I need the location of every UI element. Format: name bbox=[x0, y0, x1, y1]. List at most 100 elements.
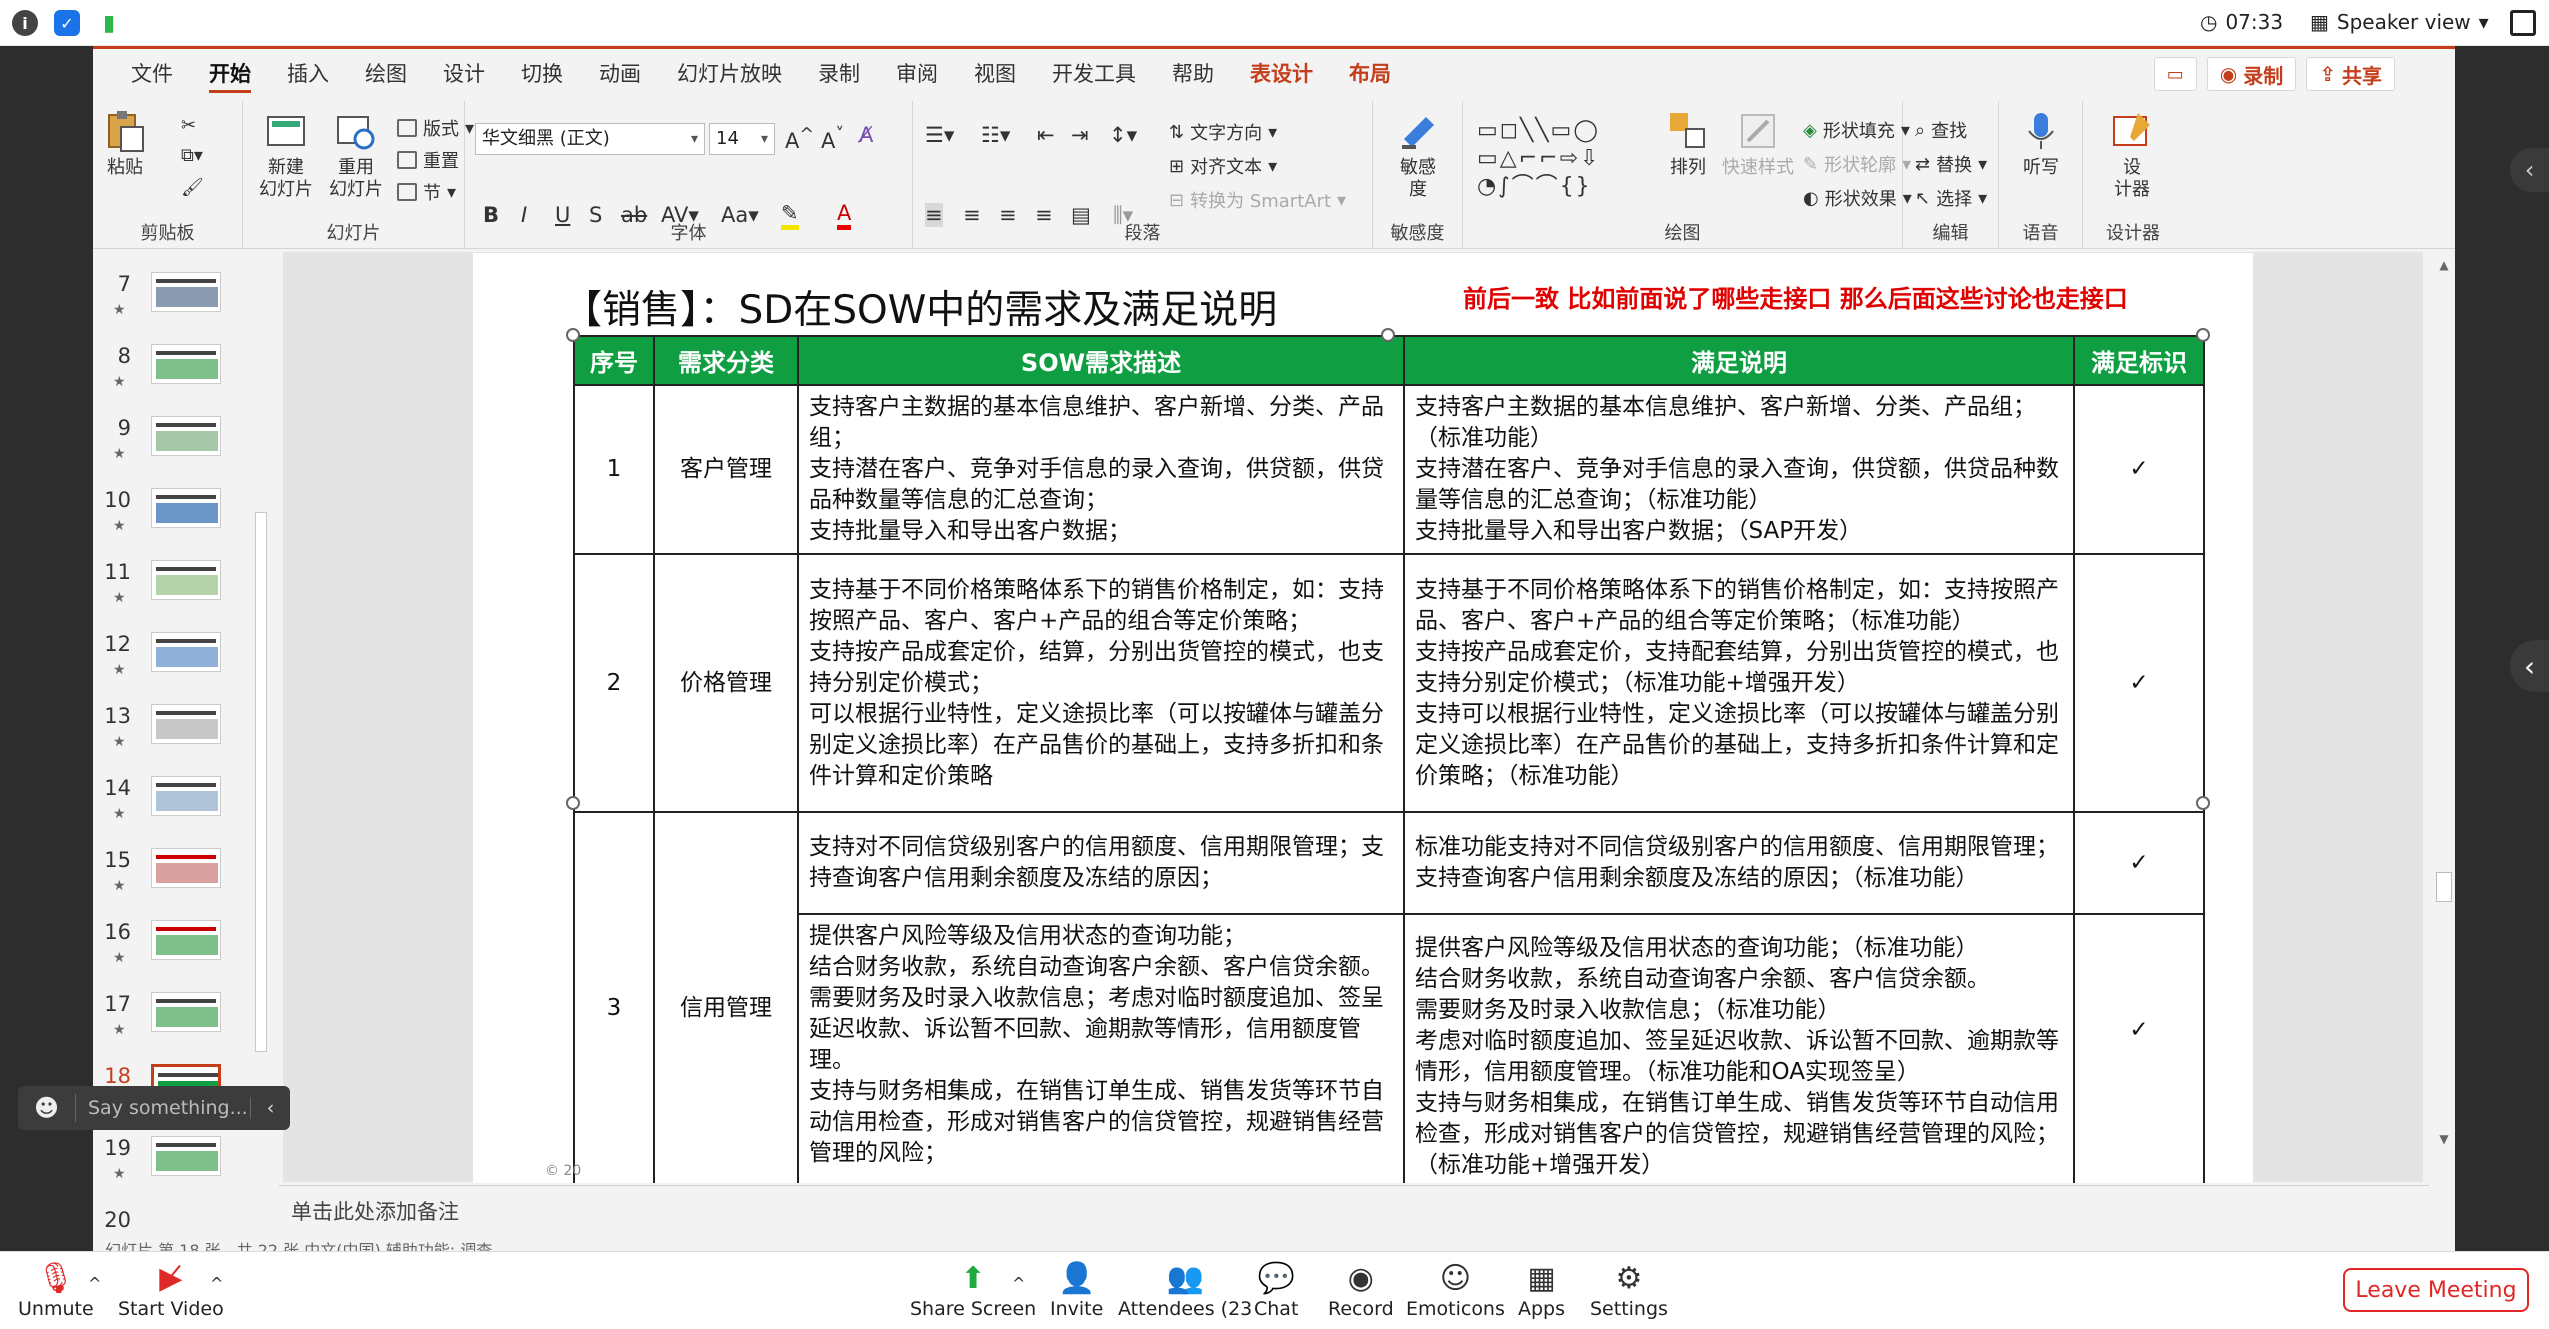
reset-button[interactable]: 重置 bbox=[397, 147, 459, 173]
comments-icon[interactable]: ▭ bbox=[2153, 57, 2197, 91]
say-something-input[interactable]: Say something... bbox=[76, 1097, 250, 1119]
tab-developer[interactable]: 开发工具 bbox=[1034, 49, 1154, 99]
reuse-slides-button[interactable]: 重用 幻灯片 bbox=[321, 109, 391, 201]
align-text-button[interactable]: ⊞ 对齐文本 ▾ bbox=[1169, 153, 1277, 179]
shape-effects-button[interactable]: ◐ 形状效果 ▾ bbox=[1803, 185, 1912, 211]
shape-fill-button[interactable]: ◈ 形状填充 ▾ bbox=[1803, 117, 1910, 143]
slide-scrollbar[interactable]: ▲ ▼ bbox=[2433, 252, 2455, 1202]
section-button[interactable]: 节 ▾ bbox=[397, 179, 456, 205]
cell-no[interactable]: 3 bbox=[573, 811, 655, 1183]
cell-check-icon[interactable]: ✓ bbox=[2073, 811, 2205, 915]
invite-button[interactable]: 👤 Invite bbox=[1050, 1258, 1103, 1321]
shrink-font-icon[interactable]: A˅ bbox=[821, 125, 844, 153]
find-button[interactable]: ⌕ 查找 bbox=[1915, 117, 1967, 143]
resize-handle[interactable] bbox=[1381, 328, 1395, 342]
tab-layout[interactable]: 布局 bbox=[1331, 49, 1409, 99]
cell-check-icon[interactable]: ✓ bbox=[2073, 384, 2205, 555]
new-slide-button[interactable]: 新建 幻灯片 bbox=[251, 109, 321, 201]
dictate-button[interactable]: 听写 bbox=[2013, 109, 2069, 179]
tab-file[interactable]: 文件 bbox=[113, 49, 191, 99]
decrease-indent-icon[interactable]: ⇤ bbox=[1037, 123, 1055, 147]
speaker-view-button[interactable]: ▦ Speaker view ▾ bbox=[2310, 10, 2489, 34]
table-row[interactable]: 提供客户风险等级及信用状态的查询功能； 结合财务收款，系统自动查询客户余额、客户… bbox=[574, 913, 2205, 1183]
cut-icon[interactable]: ✂ bbox=[181, 115, 196, 136]
leave-meeting-button[interactable]: Leave Meeting bbox=[2343, 1268, 2529, 1312]
font-name-select[interactable]: 华文细黑 (正文) ▾ bbox=[475, 123, 705, 155]
chevron-up-icon[interactable]: ^ bbox=[88, 1274, 101, 1293]
slide-thumbnail[interactable]: 15 ★ bbox=[93, 848, 273, 920]
apps-button[interactable]: ▦ Apps bbox=[1518, 1258, 1565, 1321]
table-row[interactable]: 2 价格管理 支持基于不同价格策略体系下的销售价格制定，如：支持按照产品、客户、… bbox=[573, 553, 2205, 813]
record-meeting-button[interactable]: ◉ Record bbox=[1328, 1258, 1394, 1321]
chevron-up-icon[interactable]: ^ bbox=[1012, 1274, 1025, 1293]
reaction-chat-bar[interactable]: ☻ Say something... ‹ bbox=[18, 1086, 290, 1130]
cell-check-icon[interactable]: ✓ bbox=[2073, 913, 2205, 1183]
tab-record[interactable]: 录制 bbox=[800, 49, 878, 99]
slide-thumbnail[interactable]: 13 ★ bbox=[93, 704, 273, 776]
line-spacing-icon[interactable]: ↕▾ bbox=[1109, 123, 1137, 147]
tab-home[interactable]: 开始 bbox=[191, 49, 269, 99]
tab-view[interactable]: 视图 bbox=[956, 49, 1034, 99]
designer-button[interactable]: 设 计器 bbox=[2097, 109, 2167, 201]
thumbnail-scrollbar[interactable] bbox=[253, 252, 269, 1202]
settings-button[interactable]: ⚙ Settings bbox=[1590, 1258, 1668, 1321]
emoticons-button[interactable]: ☺ Emoticons bbox=[1406, 1258, 1505, 1321]
start-video-button[interactable]: ▶̸ Start Video bbox=[118, 1258, 224, 1321]
tab-draw[interactable]: 绘图 bbox=[347, 49, 425, 99]
shapes-gallery[interactable]: ▭◻╲╲▭◯ ▭△⌐⌐⇨⇩ ◔∫⌒⌒{} bbox=[1477, 117, 1655, 203]
cell-sow[interactable]: 支持对不同信贷级别客户的信用额度、信用期限管理；支持查询客户信用剩余额度及冻结的… bbox=[797, 811, 1405, 915]
select-button[interactable]: ↖ 选择 ▾ bbox=[1915, 185, 1987, 211]
table-row[interactable]: 1 客户管理 支持客户主数据的基本信息维护、客户新增、分类、产品组； 支持潜在客… bbox=[573, 384, 2205, 555]
cell-sow[interactable]: 支持基于不同价格策略体系下的销售价格制定，如：支持按照产品、客户、客户+产品的组… bbox=[797, 553, 1405, 813]
slide-thumbnail[interactable]: 12 ★ bbox=[93, 632, 273, 704]
cell-check-icon[interactable]: ✓ bbox=[2073, 553, 2205, 813]
increase-indent-icon[interactable]: ⇥ bbox=[1071, 123, 1089, 147]
share-button[interactable]: ⇪ 共享 bbox=[2306, 57, 2395, 91]
slide-thumbnail[interactable]: 14 ★ bbox=[93, 776, 273, 848]
notes-pane[interactable]: 单击此处添加备注 bbox=[279, 1185, 2429, 1233]
smartart-button[interactable]: ⊟ 转换为 SmartArt ▾ bbox=[1169, 187, 1346, 213]
smiley-icon[interactable]: ☻ bbox=[18, 1094, 76, 1122]
attendees-button[interactable]: 👥 Attendees (23 bbox=[1118, 1258, 1252, 1321]
resize-handle[interactable] bbox=[2196, 328, 2210, 342]
slide-thumbnail[interactable]: 16 ★ bbox=[93, 920, 273, 992]
cell-fulfil[interactable]: 支持基于不同价格策略体系下的销售价格制定，如：支持按照产品、客户、客户+产品的组… bbox=[1403, 553, 2075, 813]
cell-no[interactable]: 1 bbox=[573, 384, 655, 555]
tab-design[interactable]: 设计 bbox=[425, 49, 503, 99]
slide-thumbnail[interactable]: 7 ★ bbox=[93, 272, 273, 344]
tab-animations[interactable]: 动画 bbox=[581, 49, 659, 99]
cell-category[interactable]: 客户管理 bbox=[653, 384, 799, 555]
scroll-down-icon[interactable]: ▼ bbox=[2436, 1132, 2452, 1148]
quick-styles-button[interactable]: 快速样式 bbox=[1719, 109, 1797, 179]
layout-button[interactable]: 版式 ▾ bbox=[397, 115, 474, 141]
arrange-button[interactable]: 排列 bbox=[1663, 109, 1713, 179]
resize-handle[interactable] bbox=[2196, 796, 2210, 810]
chat-button[interactable]: 💬 Chat bbox=[1254, 1258, 1298, 1321]
requirements-table[interactable]: 序号 需求分类 SOW需求描述 满足说明 满足标识 1 客户管理 支持客户主数据… bbox=[573, 335, 2205, 1183]
cell-fulfil[interactable]: 提供客户风险等级及信用状态的查询功能；（标准功能） 结合财务收款，系统自动查询客… bbox=[1403, 913, 2075, 1183]
bullets-icon[interactable]: ☰▾ bbox=[925, 123, 954, 147]
unmute-button[interactable]: 🎙 Unmute bbox=[18, 1258, 94, 1321]
sensitivity-button[interactable]: 敏感 度 bbox=[1383, 109, 1453, 201]
paste-button[interactable]: 粘贴 bbox=[103, 109, 147, 179]
signal-bars-icon[interactable]: ▮ bbox=[96, 10, 122, 36]
scrollbar-thumb[interactable] bbox=[2436, 872, 2452, 902]
tab-review[interactable]: 审阅 bbox=[878, 49, 956, 99]
scroll-up-icon[interactable]: ▲ bbox=[2436, 258, 2452, 274]
tab-transitions[interactable]: 切换 bbox=[503, 49, 581, 99]
chevron-left-icon[interactable]: ‹ bbox=[250, 1097, 290, 1119]
cell-category[interactable]: 价格管理 bbox=[653, 553, 799, 813]
slide-thumbnail[interactable]: 10 ★ bbox=[93, 488, 273, 560]
chevron-left-icon[interactable]: ‹ bbox=[2510, 148, 2549, 192]
numbering-icon[interactable]: ☷▾ bbox=[981, 123, 1010, 147]
shield-check-icon[interactable]: ✓ bbox=[54, 10, 80, 36]
fullscreen-icon[interactable] bbox=[2510, 10, 2536, 36]
grow-font-icon[interactable]: A^ bbox=[785, 125, 814, 153]
clear-format-icon[interactable]: A̸ bbox=[859, 123, 873, 147]
cell-category[interactable]: 信用管理 bbox=[653, 811, 799, 1183]
font-size-select[interactable]: 14 ▾ bbox=[709, 123, 775, 155]
resize-handle[interactable] bbox=[566, 328, 580, 342]
resize-handle[interactable] bbox=[566, 796, 580, 810]
cell-fulfil[interactable]: 支持客户主数据的基本信息维护、客户新增、分类、产品组；（标准功能） 支持潜在客户… bbox=[1403, 384, 2075, 555]
cell-sow[interactable]: 提供客户风险等级及信用状态的查询功能； 结合财务收款，系统自动查询客户余额、客户… bbox=[797, 913, 1405, 1183]
